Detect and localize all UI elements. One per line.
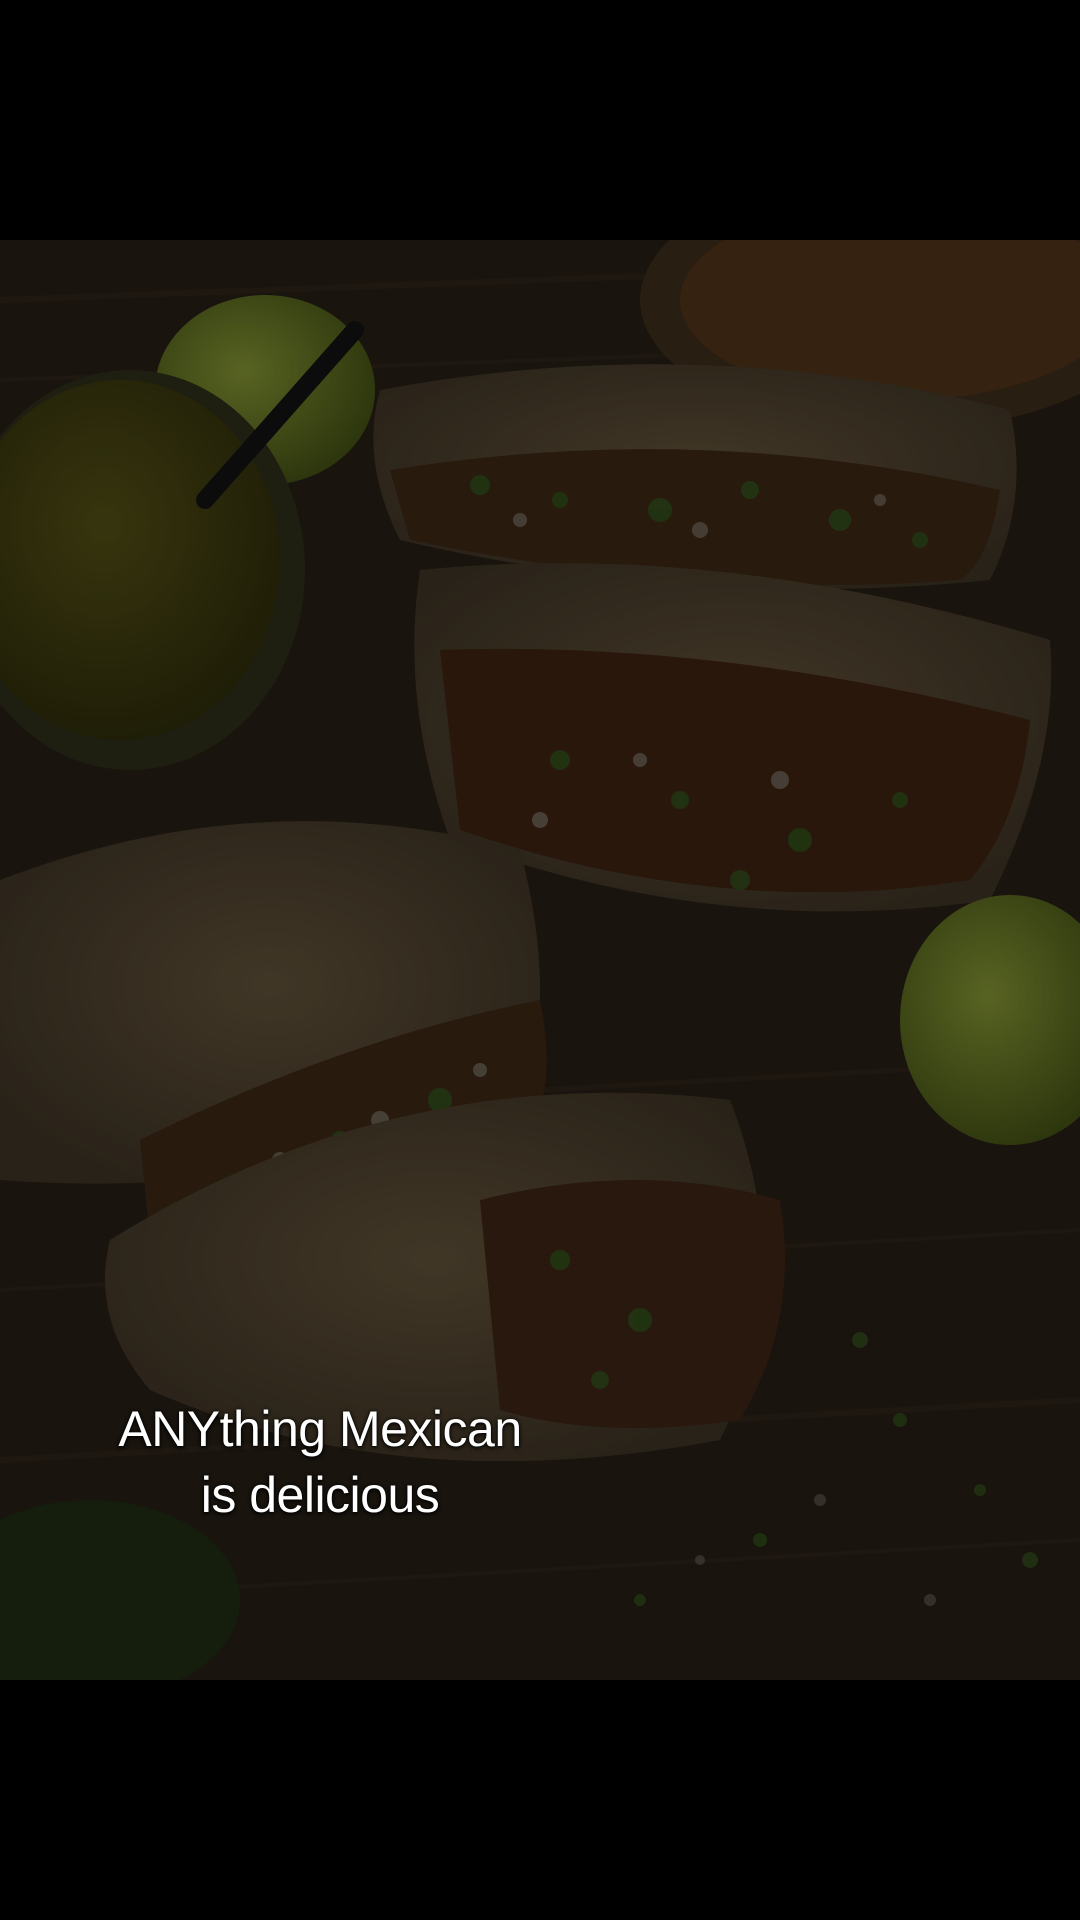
caption-text: ANYthing Mexican is delicious [60, 1396, 580, 1528]
letterbox-bottom [0, 1680, 1080, 1920]
caption-line-1: ANYthing Mexican [118, 1401, 522, 1457]
caption-line-2: is delicious [200, 1467, 440, 1523]
letterbox-top [0, 0, 1080, 240]
